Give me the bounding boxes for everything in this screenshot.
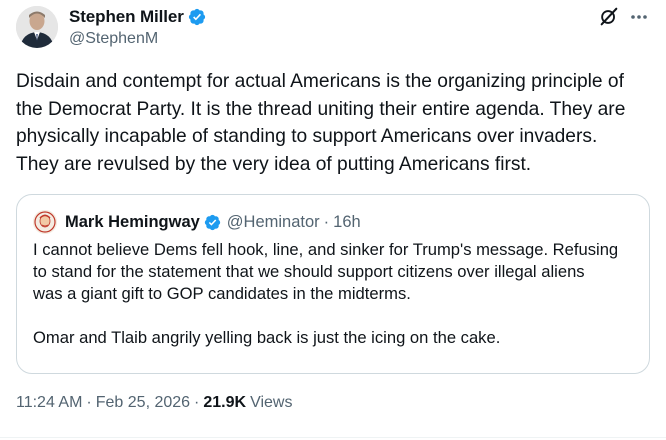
quoted-tweet-body: I cannot believe Dems fell hook, line, a… xyxy=(33,239,637,349)
verified-badge-icon[interactable] xyxy=(204,214,221,231)
quoted-tweet-line: was a giant gift to GOP candidates in th… xyxy=(33,284,411,303)
tweet-time[interactable]: 11:24 AM xyxy=(16,394,82,412)
tweet-body-line: the Democrat Party. It is the thread uni… xyxy=(16,98,626,120)
quoted-author-avatar[interactable] xyxy=(33,210,57,234)
tweet-body-line: physically incapable of standing to supp… xyxy=(16,126,598,147)
divider xyxy=(0,437,666,438)
tweet-date[interactable]: Feb 25, 2026 xyxy=(96,394,190,412)
tweet-header: Stephen Miller @StephenM xyxy=(16,6,650,50)
quoted-tweet-line: Omar and Tlaib angrily yelling back is j… xyxy=(33,328,501,347)
quoted-author-name[interactable]: Mark Hemingway xyxy=(65,213,200,232)
tweet-body: Disdain and contempt for actual American… xyxy=(16,68,650,178)
separator-dot: · xyxy=(86,394,92,411)
quoted-tweet-time[interactable]: 16h xyxy=(333,213,361,232)
author-name-row: Stephen Miller xyxy=(69,7,206,27)
separator-dot: · xyxy=(323,212,330,231)
tweet: Stephen Miller @StephenM Disdain and con… xyxy=(0,0,666,440)
tweet-body-line: Disdain and contempt for actual American… xyxy=(16,71,624,92)
author-name[interactable]: Stephen Miller xyxy=(69,7,184,27)
views-label[interactable]: Views xyxy=(250,394,292,412)
grok-icon[interactable] xyxy=(598,6,620,28)
separator-dot: · xyxy=(194,394,200,411)
verified-badge-icon[interactable] xyxy=(188,8,206,26)
views-count[interactable]: 21.9K xyxy=(203,394,246,412)
quoted-tweet[interactable]: Mark Hemingway @Heminator · 16h I cannot… xyxy=(16,194,650,374)
tweet-body-line: They are revulsed by the very idea of pu… xyxy=(16,153,532,175)
quoted-tweet-line: to stand for the statement that we shoul… xyxy=(33,262,585,281)
author-avatar[interactable] xyxy=(16,6,58,48)
author-info: Stephen Miller @StephenM xyxy=(69,7,206,48)
quoted-tweet-header: Mark Hemingway @Heminator · 16h xyxy=(33,209,361,235)
author-handle[interactable]: @StephenM xyxy=(69,30,206,48)
quoted-author-handle[interactable]: @Heminator xyxy=(227,213,320,232)
quoted-tweet-line: I cannot believe Dems fell hook, line, a… xyxy=(33,240,619,259)
tweet-meta: 11:24 AM · Feb 25, 2026 · 21.9K Views xyxy=(16,394,292,412)
more-icon[interactable] xyxy=(628,8,650,26)
